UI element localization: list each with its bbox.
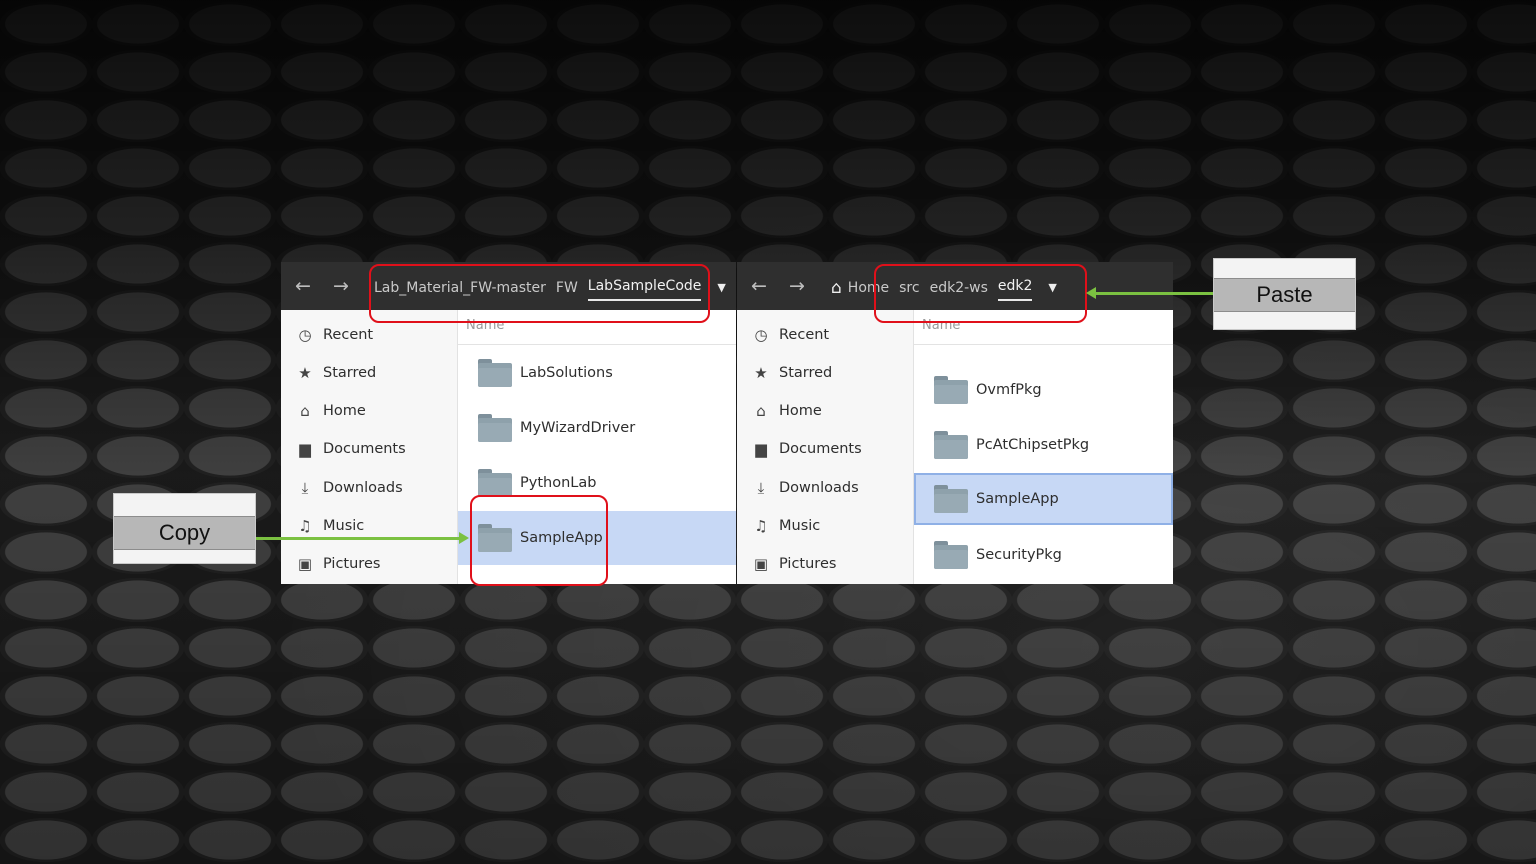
divider — [914, 344, 1173, 345]
sidebar-item-starred[interactable]: ★ Starred — [751, 358, 832, 388]
file-row-sampleapp-selected[interactable]: SampleApp — [914, 473, 1173, 525]
document-icon: ▆ — [755, 440, 767, 458]
sidebar-item-documents[interactable]: ▆ Documents — [295, 434, 406, 464]
document-icon: ▆ — [299, 440, 311, 458]
copy-label: Copy — [114, 516, 255, 550]
sidebar-item-label: Starred — [779, 365, 833, 381]
paste-callout: Paste — [1213, 258, 1356, 330]
right-path-highlight — [874, 264, 1087, 323]
folder-icon — [934, 376, 968, 404]
sidebar-item-label: Documents — [779, 441, 862, 457]
home-icon: ⌂ — [300, 402, 310, 420]
right-file-list: Name OvmfPkg PcAtChipsetPkg SampleApp Se… — [914, 310, 1173, 584]
sidebar-item-label: Starred — [323, 365, 377, 381]
download-icon: ⤓ — [301, 479, 309, 497]
file-name: SecurityPkg — [976, 547, 1062, 563]
left-sidebar: ◷ Recent ★ Starred ⌂ Home ▆ Documents ⤓ Downl… — [281, 310, 458, 584]
sidebar-item-starred[interactable]: ★ Starred — [295, 358, 376, 388]
star-icon: ★ — [754, 364, 768, 382]
file-name: PythonLab — [520, 475, 597, 491]
folder-icon — [478, 414, 512, 442]
sidebar-item-label: Pictures — [779, 556, 837, 572]
sidebar-item-label: Downloads — [323, 480, 403, 496]
file-name: MyWizardDriver — [520, 420, 636, 436]
clock-icon: ◷ — [754, 326, 768, 344]
sidebar-item-documents[interactable]: ▆ Documents — [751, 434, 862, 464]
forward-arrow-icon[interactable]: → — [789, 276, 805, 296]
music-note-icon: ♫ — [298, 517, 312, 535]
sidebar-item-label: Home — [779, 403, 822, 419]
sidebar-item-home[interactable]: ⌂ Home — [295, 396, 366, 426]
file-row-labsolutions[interactable]: LabSolutions — [458, 346, 736, 400]
sidebar-item-label: Pictures — [323, 556, 381, 572]
left-sampleapp-highlight — [470, 495, 608, 586]
file-row-securitypkg[interactable]: SecurityPkg — [914, 528, 1173, 582]
file-name: PcAtChipsetPkg — [976, 437, 1090, 453]
home-icon[interactable]: ⌂ — [831, 277, 842, 299]
sidebar-item-recent[interactable]: ◷ Recent — [295, 320, 373, 350]
file-name: LabSolutions — [520, 365, 613, 381]
sidebar-item-pictures[interactable]: ▣ Pictures — [295, 549, 381, 579]
left-path-highlight — [369, 264, 710, 323]
sidebar-item-label: Downloads — [779, 480, 859, 496]
sidebar-item-label: Recent — [779, 327, 830, 343]
file-name: SampleApp — [976, 491, 1059, 507]
right-sidebar: ◷ Recent ★ Starred ⌂ Home ▆ Documents ⤓ Downl… — [737, 310, 914, 584]
star-icon: ★ — [298, 364, 312, 382]
paste-arrow — [1096, 292, 1213, 295]
sidebar-item-downloads[interactable]: ⤓ Downloads — [751, 473, 859, 503]
sidebar-item-label: Music — [779, 518, 821, 534]
sidebar-item-label: Music — [323, 518, 365, 534]
sidebar-item-label: Recent — [323, 327, 374, 343]
back-arrow-icon[interactable]: ← — [751, 276, 767, 296]
copy-arrow — [256, 537, 460, 540]
paste-arrowhead — [1086, 287, 1096, 299]
folder-icon — [934, 431, 968, 459]
file-row-ovmfpkg[interactable]: OvmfPkg — [914, 363, 1173, 417]
back-arrow-icon[interactable]: ← — [295, 276, 311, 296]
chevron-down-icon[interactable]: ▼ — [717, 277, 725, 299]
file-name: OvmfPkg — [976, 382, 1042, 398]
sidebar-item-label: Documents — [323, 441, 406, 457]
divider — [458, 344, 736, 345]
folder-icon — [478, 469, 512, 497]
file-row-mywizarddriver[interactable]: MyWizardDriver — [458, 401, 736, 455]
paste-label: Paste — [1214, 278, 1355, 312]
folder-icon — [934, 541, 968, 569]
music-note-icon: ♫ — [754, 517, 768, 535]
forward-arrow-icon[interactable]: → — [333, 276, 349, 296]
folder-icon — [478, 359, 512, 387]
folder-icon — [934, 485, 968, 513]
file-row-pcatchipsetpkg[interactable]: PcAtChipsetPkg — [914, 418, 1173, 472]
picture-icon: ▣ — [753, 555, 769, 573]
copy-arrowhead — [459, 532, 469, 544]
sidebar-item-label: Home — [323, 403, 366, 419]
copy-callout: Copy — [113, 493, 256, 564]
picture-icon: ▣ — [297, 555, 313, 573]
clock-icon: ◷ — [298, 326, 312, 344]
sidebar-item-music[interactable]: ♫ Music — [751, 511, 820, 541]
home-icon: ⌂ — [756, 402, 766, 420]
sidebar-item-home[interactable]: ⌂ Home — [751, 396, 822, 426]
download-icon: ⤓ — [757, 479, 765, 497]
sidebar-item-downloads[interactable]: ⤓ Downloads — [295, 473, 403, 503]
sidebar-item-recent[interactable]: ◷ Recent — [751, 320, 829, 350]
sidebar-item-pictures[interactable]: ▣ Pictures — [751, 549, 837, 579]
